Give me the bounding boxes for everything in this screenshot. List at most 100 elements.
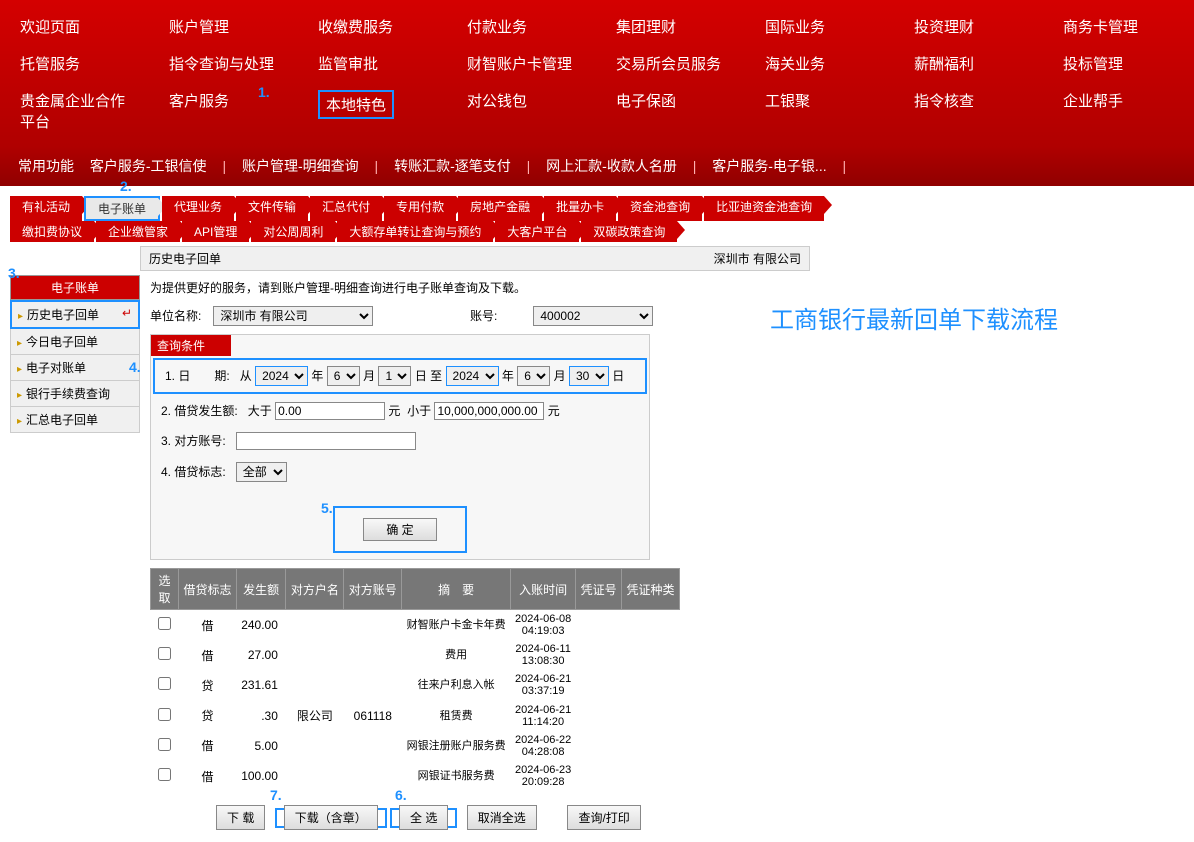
tab-large-deposit[interactable]: 大额存单转让查询与预约 [337,221,493,242]
day-to-select[interactable]: 30 [569,366,609,386]
nav-local-feature[interactable]: 1. 本地特色 [298,82,447,140]
table-row: 借5.00网银注册账户服务费2024-06-2204:28:08 [151,731,680,761]
table-row: 贷231.61往来户利息入帐2024-06-2103:37:19 [151,670,680,700]
cell-voucher-no [576,670,622,700]
nav-local-feature-highlight: 本地特色 [318,90,394,119]
sidebar-item-fee-query[interactable]: 银行手续费查询 [10,381,140,407]
acct-select[interactable]: 400002 [533,306,653,326]
cell-memo: 网银注册账户服务费 [402,731,511,761]
nav-metals[interactable]: 贵金属企业合作平台 [0,82,149,140]
month-to-select[interactable]: 6 [517,366,550,386]
cell-voucher-type [622,731,680,761]
flow-title: 工商银行最新回单下载流程 [770,300,1058,335]
query-print-button[interactable]: 查询/打印 [567,805,640,830]
quick-item-2[interactable]: 转账汇款-逐笔支付 [394,158,511,174]
annotation-1: 1. [258,84,270,100]
cell-flag: 借 [179,731,237,761]
nav-gongyinju[interactable]: 工银聚 [745,82,894,140]
year-from-select[interactable]: 2024 [255,366,308,386]
quick-item-0[interactable]: 客户服务-工银信使 [90,158,207,174]
sidebar-item-statement[interactable]: 电子对账单 [10,355,140,381]
tab-weekly[interactable]: 对公周周利 [251,221,335,242]
nav-order-verify[interactable]: 指令核查 [894,82,1043,140]
download-button[interactable]: 下 载 [216,805,265,830]
tab-big-client[interactable]: 大客户平台 [495,221,579,242]
nav-account-mgmt[interactable]: 账户管理 [149,8,298,45]
nav-group-finance[interactable]: 集团理财 [596,8,745,45]
tab-pool-query[interactable]: 资金池查询 [618,196,702,221]
sidebar-item-summary-receipt[interactable]: 汇总电子回单 [10,407,140,433]
opp-acct-input[interactable] [236,432,416,450]
flag-select[interactable]: 全部 [236,462,287,482]
cell-voucher-no [576,701,622,731]
nav-fee-service[interactable]: 收缴费服务 [298,8,447,45]
nav-bidding[interactable]: 投标管理 [1043,45,1192,82]
amt-hi-input[interactable] [434,402,544,420]
table-row: 借240.00财智账户卡金卡年费2024-06-0804:19:03 [151,610,680,641]
nav-international[interactable]: 国际业务 [745,8,894,45]
annotation-4: 4. [129,359,141,375]
tab-enterprise-mgr[interactable]: 企业缴管家 [96,221,180,242]
nav-salary[interactable]: 薪酬福利 [894,45,1043,82]
day-text2: 日 [612,369,624,383]
sidebar-item-today-receipt[interactable]: 今日电子回单 [10,329,140,355]
sep: | [219,158,230,174]
nav-eguarantee[interactable]: 电子保函 [596,82,745,140]
tab-ebill[interactable]: 电子账单 [84,196,160,221]
nav-exchange-member[interactable]: 交易所会员服务 [596,45,745,82]
select-all-button[interactable]: 全 选 [399,805,448,830]
nav-enterprise-help[interactable]: 企业帮手 [1043,82,1192,140]
quick-item-4[interactable]: 客户服务-电子银... [712,158,826,174]
tab-carbon[interactable]: 双碳政策查询 [581,221,677,242]
download-seal-button[interactable]: 下载（含章） [284,805,378,830]
row-checkbox[interactable] [158,677,171,690]
row-checkbox[interactable] [158,617,171,630]
nav-investment[interactable]: 投资理财 [894,8,1043,45]
yuan1: 元 [388,404,400,418]
table-row: 借100.00网银证书服务费2024-06-2320:09:28 [151,761,680,791]
nav-cust-service[interactable]: 客户服务 [149,82,298,140]
quick-item-3[interactable]: 网上汇款-收款人名册 [546,158,677,174]
tab-summary-pay[interactable]: 汇总代付 [310,196,382,221]
year-to-select[interactable]: 2024 [446,366,499,386]
amt-label: 2. 借贷发生额: [161,404,238,418]
tab-special-pay[interactable]: 专用付款 [384,196,456,221]
deselect-button[interactable]: 取消全选 [467,805,537,830]
tab-byd-pool[interactable]: 比亚迪资金池查询 [704,196,824,221]
tab-agency[interactable]: 代理业务 [162,196,234,221]
row-checkbox[interactable] [158,647,171,660]
quick-item-1[interactable]: 账户管理-明细查询 [242,158,359,174]
row-checkbox[interactable] [158,768,171,781]
nav-supervision[interactable]: 监管审批 [298,45,447,82]
nav-customs[interactable]: 海关业务 [745,45,894,82]
nav-custody[interactable]: 托管服务 [0,45,149,82]
tab-gift[interactable]: 有礼活动 [10,196,82,221]
tab-realestate[interactable]: 房地产金融 [458,196,542,221]
nav-welcome[interactable]: 欢迎页面 [0,8,149,45]
amt-lo-input[interactable] [275,402,385,420]
tabs-row-2: 缴扣费协议 企业缴管家 API管理 对公周周利 大额存单转让查询与预约 大客户平… [10,221,1194,242]
tab-api[interactable]: API管理 [182,221,249,242]
confirm-button[interactable]: 确 定 [363,518,436,541]
annotation-5: 5. [321,500,333,516]
table-row: 贷 .30 限公司061118 租赁费2024-06-2111:14:20 [151,701,680,731]
nav-bizcard[interactable]: 商务卡管理 [1043,8,1192,45]
cell-memo: 往来户利息入帐 [402,670,511,700]
nav-payment[interactable]: 付款业务 [447,8,596,45]
tab-fee-agreement[interactable]: 缴扣费协议 [10,221,94,242]
month-from-select[interactable]: 6 [327,366,360,386]
th-voucher-no: 凭证号 [576,569,622,610]
cell-opp-name [286,670,344,700]
breadcrumb: 历史电子回单 深圳市 有限公司 [140,246,810,271]
row-checkbox[interactable] [158,738,171,751]
day-from-select[interactable]: 1 [378,366,411,386]
row-checkbox[interactable] [158,708,171,721]
cell-time: 2024-06-2320:09:28 [510,761,575,791]
tab-filetrans[interactable]: 文件传输 [236,196,308,221]
nav-corp-wallet[interactable]: 对公钱包 [447,82,596,140]
tab-batch-card[interactable]: 批量办卡 [544,196,616,221]
unit-select[interactable]: 深圳市 有限公司 [213,306,373,326]
nav-smart-card[interactable]: 财智账户卡管理 [447,45,596,82]
sidebar-item-history-receipt[interactable]: 历史电子回单↵ [10,300,140,329]
nav-order-query[interactable]: 指令查询与处理 [149,45,298,82]
